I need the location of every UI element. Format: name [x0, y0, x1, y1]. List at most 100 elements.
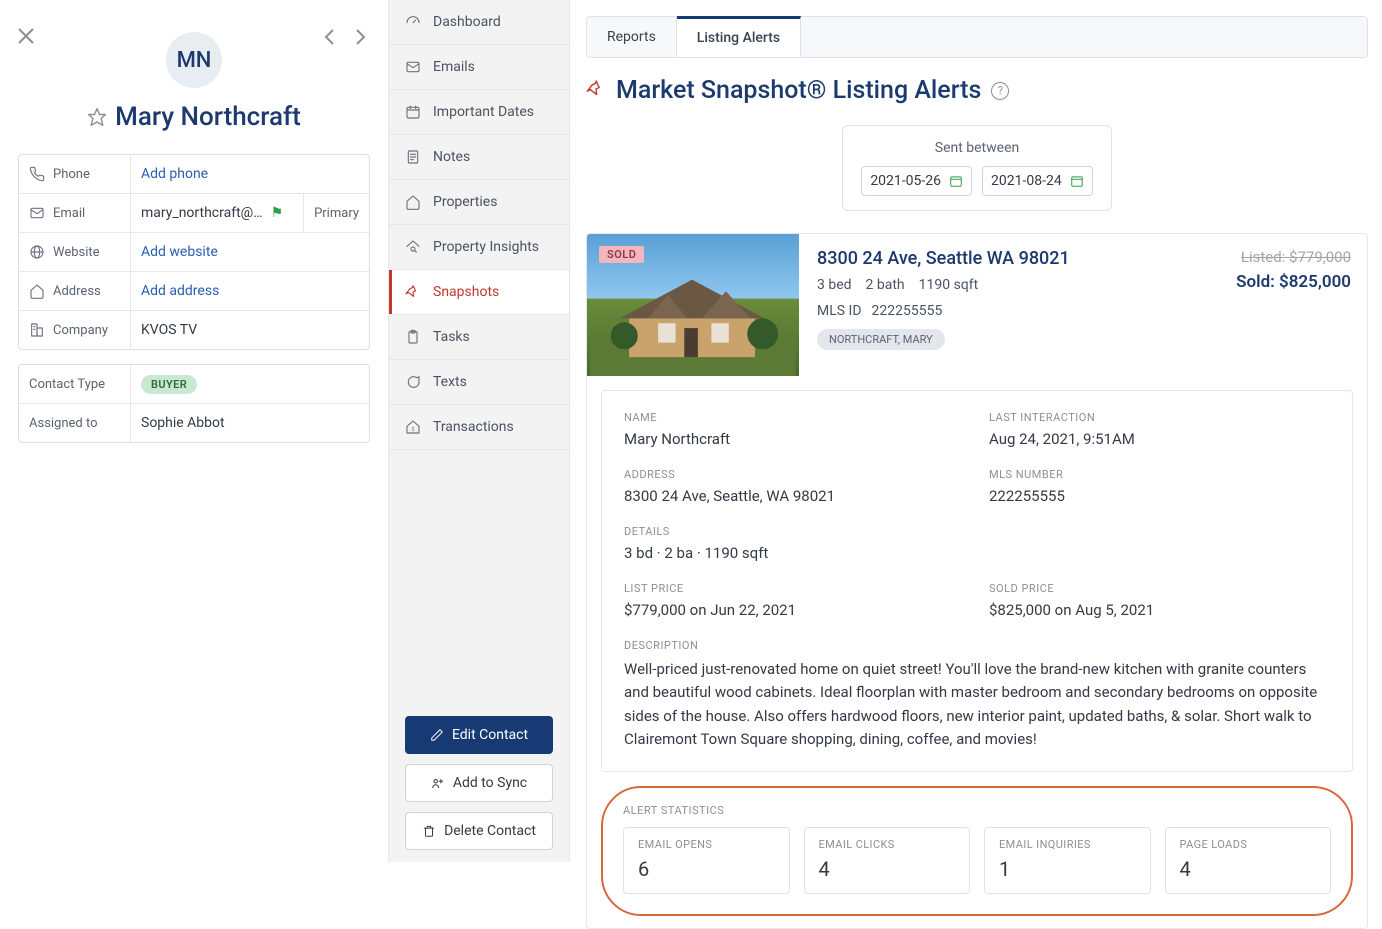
flag-icon: ⚑ [271, 205, 284, 221]
contact-name: Mary Northcraft [115, 102, 301, 132]
nav-property-insights[interactable]: Property Insights [389, 225, 569, 270]
stat-page-loads: PAGE LOADS4 [1165, 827, 1332, 894]
nav-texts[interactable]: Texts [389, 360, 569, 405]
detail-mls-label: MLS NUMBER [989, 468, 1330, 481]
stat-email-inquiries: EMAIL INQUIRIES1 [984, 827, 1151, 894]
owner-chip: NORTHCRAFT, MARY [817, 329, 945, 350]
detail-details-value: 3 bd · 2 ba · 1190 sqft [624, 544, 1330, 562]
assigned-to-value[interactable]: Sophie Abbot [131, 415, 369, 431]
next-contact-icon[interactable] [352, 28, 368, 46]
trash-icon [422, 824, 436, 838]
svg-text:$: $ [412, 426, 415, 433]
detail-description-label: DESCRIPTION [624, 639, 1330, 652]
close-icon[interactable] [16, 26, 36, 46]
contact-type-label: Contact Type [29, 377, 105, 392]
listing-address: 8300 24 Ave, Seattle WA 98021 [817, 248, 1218, 269]
pin-icon [405, 284, 421, 300]
delete-contact-button[interactable]: Delete Contact [405, 812, 553, 850]
clipboard-icon [405, 329, 421, 345]
mail-icon [405, 59, 421, 75]
page-title: Market Snapshot® Listing Alerts [616, 76, 981, 105]
contact-meta-table: Contact Type BUYER Assigned to Sophie Ab… [18, 364, 370, 443]
company-value[interactable]: KVOS TV [131, 322, 369, 338]
chat-icon [405, 374, 421, 390]
detail-last-interaction-label: LAST INTERACTION [989, 411, 1330, 424]
prev-contact-icon[interactable] [322, 28, 338, 46]
add-to-sync-button[interactable]: Add to Sync [405, 764, 553, 802]
company-icon [29, 322, 45, 338]
nav-dashboard[interactable]: Dashboard [389, 0, 569, 45]
alert-statistics: ALERT STATISTICS EMAIL OPENS6 EMAIL CLIC… [601, 786, 1353, 916]
email-label: Email [53, 206, 85, 221]
add-phone-link[interactable]: Add phone [131, 166, 369, 182]
note-icon [405, 149, 421, 165]
calendar-icon [949, 174, 963, 188]
home-search-icon [405, 239, 421, 255]
nav-properties[interactable]: Properties [389, 180, 569, 225]
detail-address-value: 8300 24 Ave, Seattle, WA 98021 [624, 487, 965, 505]
stat-email-opens: EMAIL OPENS6 [623, 827, 790, 894]
add-address-link[interactable]: Add address [131, 283, 369, 299]
nav-snapshots[interactable]: Snapshots [389, 270, 569, 315]
calendar-star-icon [405, 104, 421, 120]
detail-last-interaction-value: Aug 24, 2021, 9:51AM [989, 430, 1330, 448]
tabbar: Reports Listing Alerts [586, 16, 1368, 58]
nav-tasks[interactable]: Tasks [389, 315, 569, 360]
phone-label: Phone [53, 167, 90, 182]
detail-sold-price-value: $825,000 on Aug 5, 2021 [989, 601, 1330, 619]
assigned-to-label: Assigned to [29, 416, 98, 431]
price-listed: Listed: $779,000 [1236, 248, 1351, 266]
contact-type-value[interactable]: BUYER [131, 375, 369, 394]
listing-card: SOLD 8300 24 Ave, Seattle WA 98021 3 bed… [586, 233, 1368, 929]
nav-important-dates[interactable]: Important Dates [389, 90, 569, 135]
listing-image: SOLD [587, 234, 799, 376]
detail-mls-value: 222255555 [989, 487, 1330, 505]
add-website-link[interactable]: Add website [131, 244, 369, 260]
calendar-icon [1070, 174, 1084, 188]
tab-listing-alerts[interactable]: Listing Alerts [677, 16, 801, 57]
detail-name-value: Mary Northcraft [624, 430, 965, 448]
pencil-icon [430, 728, 444, 742]
detail-list-price-value: $779,000 on Jun 22, 2021 [624, 601, 965, 619]
tab-reports[interactable]: Reports [587, 17, 677, 57]
date-filter-label: Sent between [857, 140, 1097, 156]
detail-description-value: Well-priced just-renovated home on quiet… [624, 658, 1330, 751]
home-icon [405, 194, 421, 210]
listing-detail: NAME Mary Northcraft LAST INTERACTION Aug … [601, 390, 1353, 772]
email-value[interactable]: mary_northcraft@… ⚑ Primary [131, 194, 369, 232]
listing-mls: MLS ID222255555 [817, 303, 1218, 319]
company-label: Company [53, 323, 108, 338]
pin-icon [586, 79, 606, 103]
sync-icon [431, 776, 445, 790]
address-icon [29, 283, 45, 299]
avatar: MN [166, 32, 222, 88]
phone-icon [29, 166, 45, 182]
edit-contact-button[interactable]: Edit Contact [405, 716, 553, 754]
date-to-input[interactable]: 2021-08-24 [982, 166, 1093, 196]
buyer-badge: BUYER [141, 375, 197, 394]
detail-name-label: NAME [624, 411, 965, 424]
help-icon[interactable]: ? [991, 82, 1009, 100]
email-icon [29, 205, 45, 221]
listing-facts: 3 bed2 bath1190 sqft [817, 277, 1218, 293]
website-icon [29, 244, 45, 260]
detail-details-label: DETAILS [624, 525, 1330, 538]
gauge-icon [405, 14, 421, 30]
detail-sold-price-label: SOLD PRICE [989, 582, 1330, 595]
nav-emails[interactable]: Emails [389, 45, 569, 90]
website-label: Website [53, 245, 100, 260]
address-label: Address [53, 284, 101, 299]
star-icon[interactable] [87, 107, 107, 127]
sold-badge: SOLD [599, 246, 644, 263]
alert-statistics-title: ALERT STATISTICS [623, 804, 1331, 817]
nav-notes[interactable]: Notes [389, 135, 569, 180]
date-filter: Sent between 2021-05-26 2021-08-24 [842, 125, 1112, 211]
stat-email-clicks: EMAIL CLICKS4 [804, 827, 971, 894]
nav-transactions[interactable]: $Transactions [389, 405, 569, 450]
detail-address-label: ADDRESS [624, 468, 965, 481]
home-dollar-icon: $ [405, 419, 421, 435]
detail-list-price-label: LIST PRICE [624, 582, 965, 595]
date-from-input[interactable]: 2021-05-26 [861, 166, 972, 196]
contact-fields-table: Phone Add phone Email mary_northcraft@… … [18, 154, 370, 350]
email-primary-tag: Primary [303, 194, 359, 232]
